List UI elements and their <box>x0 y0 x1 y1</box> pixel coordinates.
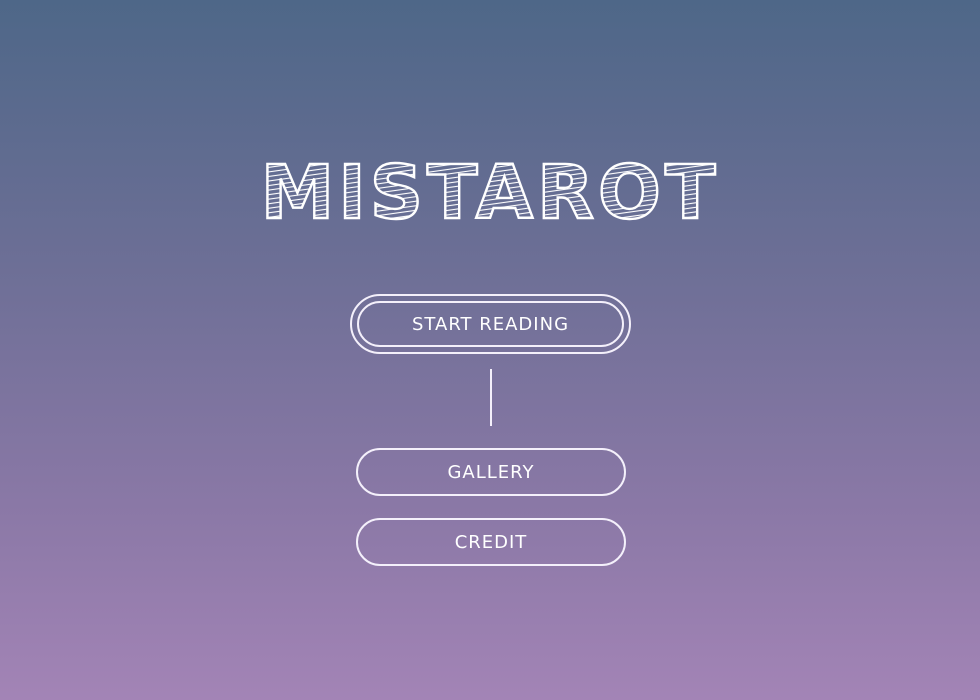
gallery-label: GALLERY <box>447 461 535 483</box>
credit-button[interactable]: CREDIT <box>356 518 626 566</box>
start-reading-label: START READING <box>411 313 570 335</box>
start-reading-button[interactable]: START READING <box>350 294 631 354</box>
logo: MISTAROT MISTAROT <box>0 148 980 237</box>
logo-wordmark: MISTAROT MISTAROT <box>259 149 716 237</box>
title-screen: MISTAROT MISTAROT START READING GALLERY … <box>0 0 980 700</box>
gallery-button[interactable]: GALLERY <box>356 448 626 496</box>
credit-label: CREDIT <box>454 531 528 553</box>
start-reading-button-inner-border: START READING <box>357 301 624 347</box>
connector-line <box>490 369 492 426</box>
logo-text-outline: MISTAROT <box>261 150 720 236</box>
